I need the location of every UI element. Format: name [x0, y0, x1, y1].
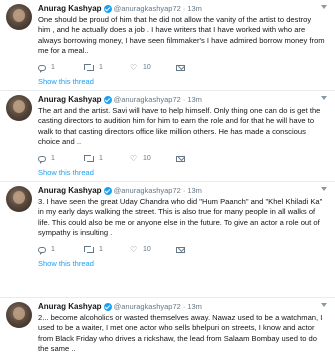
timestamp[interactable]: 13m	[187, 301, 202, 312]
tweet-header: Anurag Kashyap @anuragkashyap72 · 13m	[38, 185, 327, 196]
author-handle[interactable]: @anuragkashyap72	[114, 301, 181, 312]
like-button[interactable]: ♡ 10	[130, 63, 176, 73]
heart-icon: ♡	[130, 245, 138, 255]
avatar[interactable]	[6, 302, 32, 328]
chevron-down-icon[interactable]	[321, 303, 327, 307]
retweet-icon	[84, 155, 94, 163]
verified-badge-icon	[103, 95, 112, 104]
envelope-icon	[176, 155, 185, 162]
retweet-count: 1	[99, 155, 103, 163]
author-handle[interactable]: @anuragkashyap72	[114, 3, 181, 14]
like-count: 10	[143, 246, 151, 254]
tweet-text: 2... become alcoholics or wasted themsel…	[38, 313, 323, 353]
timestamp[interactable]: 13m	[187, 94, 202, 105]
reply-count: 1	[51, 155, 55, 163]
verified-badge-icon	[103, 302, 112, 311]
reply-icon	[38, 64, 46, 73]
tweet-header: Anurag Kashyap @anuragkashyap72 · 13m	[38, 301, 327, 312]
author-handle[interactable]: @anuragkashyap72	[114, 94, 181, 105]
chevron-down-icon[interactable]	[321, 5, 327, 9]
like-count: 10	[143, 155, 151, 163]
reply-count: 1	[51, 64, 55, 72]
retweet-count: 1	[99, 64, 103, 72]
reply-icon	[38, 155, 46, 164]
retweet-icon	[84, 246, 94, 254]
verified-badge-icon	[103, 4, 112, 13]
author-handle[interactable]: @anuragkashyap72	[114, 185, 181, 196]
dm-button[interactable]	[176, 246, 222, 253]
heart-icon: ♡	[130, 63, 138, 73]
separator-dot: ·	[182, 302, 186, 311]
author-name[interactable]: Anurag Kashyap	[38, 185, 102, 196]
like-count: 10	[143, 64, 151, 72]
tweet-actions: 1 1 ♡ 10	[38, 152, 327, 165]
separator-dot: ·	[182, 4, 186, 13]
retweet-button[interactable]: 1	[84, 155, 130, 163]
reply-count: 1	[51, 246, 55, 254]
retweet-count: 1	[99, 246, 103, 254]
show-thread-link[interactable]: Show this thread	[38, 165, 327, 181]
tweet-header: Anurag Kashyap @anuragkashyap72 · 13m	[38, 3, 327, 14]
envelope-icon	[176, 246, 185, 253]
reply-button[interactable]: 1	[38, 246, 84, 255]
separator-dot: ·	[182, 95, 186, 104]
show-thread-link[interactable]: Show this thread	[38, 74, 327, 90]
avatar[interactable]	[6, 186, 32, 212]
avatar[interactable]	[6, 95, 32, 121]
tweet[interactable]: Anurag Kashyap @anuragkashyap72 · 13m 3.…	[0, 182, 335, 298]
reply-button[interactable]: 1	[38, 64, 84, 73]
tweet-actions: 1 1 ♡ 10	[38, 61, 327, 74]
like-button[interactable]: ♡ 10	[130, 245, 176, 255]
verified-badge-icon	[103, 186, 112, 195]
retweet-button[interactable]: 1	[84, 64, 130, 72]
retweet-icon	[84, 64, 94, 72]
timestamp[interactable]: 13m	[187, 3, 202, 14]
tweet[interactable]: Anurag Kashyap @anuragkashyap72 · 13m On…	[0, 0, 335, 91]
avatar[interactable]	[6, 4, 32, 30]
tweet[interactable]: Anurag Kashyap @anuragkashyap72 · 13m Th…	[0, 91, 335, 182]
timestamp[interactable]: 13m	[187, 185, 202, 196]
dm-button[interactable]	[176, 155, 222, 162]
show-thread-link[interactable]: Show this thread	[38, 256, 327, 272]
dm-button[interactable]	[176, 64, 222, 71]
author-name[interactable]: Anurag Kashyap	[38, 94, 102, 105]
separator-dot: ·	[182, 186, 186, 195]
chevron-down-icon[interactable]	[321, 96, 327, 100]
reply-icon	[38, 246, 46, 255]
tweet-actions: 1 1 ♡ 10	[38, 243, 327, 256]
tweet-text: One should be proud of him that he did n…	[38, 15, 325, 55]
tweet-feed: Anurag Kashyap @anuragkashyap72 · 13m On…	[0, 0, 335, 362]
tweet-text: 3. I have seen the great Uday Chandra wh…	[38, 197, 323, 237]
tweet-text: The art and the artist. Savi will have t…	[38, 106, 321, 146]
retweet-button[interactable]: 1	[84, 246, 130, 254]
like-button[interactable]: ♡ 10	[130, 154, 176, 164]
chevron-down-icon[interactable]	[321, 187, 327, 191]
tweet[interactable]: Anurag Kashyap @anuragkashyap72 · 13m 2.…	[0, 298, 335, 362]
tweet-header: Anurag Kashyap @anuragkashyap72 · 13m	[38, 94, 327, 105]
heart-icon: ♡	[130, 154, 138, 164]
reply-button[interactable]: 1	[38, 155, 84, 164]
author-name[interactable]: Anurag Kashyap	[38, 301, 102, 312]
author-name[interactable]: Anurag Kashyap	[38, 3, 102, 14]
envelope-icon	[176, 64, 185, 71]
